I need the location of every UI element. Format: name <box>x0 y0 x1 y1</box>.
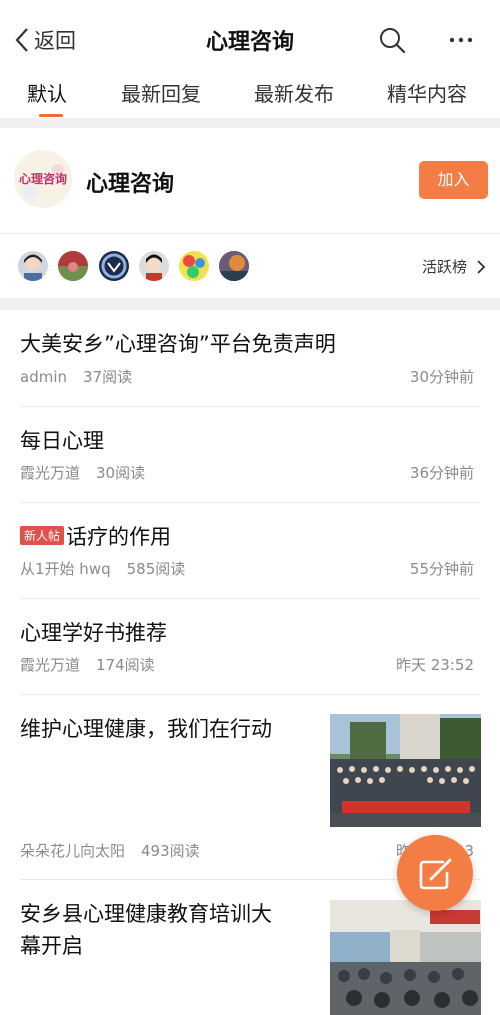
tab-bar: 默认 最新回复 最新发布 精华内容 <box>0 78 500 118</box>
post-item[interactable]: 新人帖 话疗的作用 从1开始 hwq 585阅读 55分钟前 <box>0 503 500 599</box>
avatar[interactable] <box>18 251 48 281</box>
post-author: 从1开始 hwq <box>20 560 111 578</box>
post-title-line1: 安乡县心理健康教育培训大 <box>20 902 272 926</box>
post-time: 36分钟前 <box>409 464 474 482</box>
post-item[interactable]: 心理学好书推荐 霞光万道 174阅读 昨天 23:52 <box>0 599 500 695</box>
group-logo-image: 心理咨询 <box>14 150 72 208</box>
section-divider <box>0 118 500 128</box>
post-item[interactable]: 每日心理 霞光万道 30阅读 36分钟前 <box>0 407 500 503</box>
post-reads: 585阅读 <box>126 560 186 578</box>
post-reads: 37阅读 <box>83 368 133 386</box>
post-meta: 朵朵花儿向太阳 493阅读 <box>20 840 200 861</box>
post-author: 霞光万道 <box>20 656 81 674</box>
svg-text:心理咨询: 心理咨询 <box>19 171 67 186</box>
post-meta: 霞光万道 30阅读 <box>20 462 145 483</box>
post-title: 每日心理 <box>20 429 104 453</box>
tab-latest-post[interactable]: 最新发布 <box>254 78 334 107</box>
top-bar: 返回 心理咨询 <box>0 0 500 78</box>
tab-latest-reply[interactable]: 最新回复 <box>121 78 201 107</box>
active-tab-indicator <box>39 114 63 117</box>
post-meta: 霞光万道 174阅读 <box>20 654 155 675</box>
search-icon <box>380 28 406 54</box>
post-author: 朵朵花儿向太阳 <box>20 842 126 860</box>
post-time: 昨天 23:52 <box>396 656 474 674</box>
avatar[interactable] <box>219 251 249 281</box>
post-title-line2: 幕开启 <box>20 934 83 958</box>
activity-rank-link[interactable]: 活跃榜 <box>422 256 489 277</box>
post-item[interactable]: 大美安乡”心理咨询”平台免责声明 admin 37阅读 30分钟前 <box>0 310 500 406</box>
chevron-right-icon <box>477 259 486 274</box>
search-button[interactable] <box>378 26 408 60</box>
post-thumbnail <box>330 714 481 827</box>
post-meta: admin 37阅读 <box>20 366 132 387</box>
activity-rank-label: 活跃榜 <box>422 258 468 276</box>
post-author: admin <box>20 368 67 386</box>
new-user-badge: 新人帖 <box>20 526 65 545</box>
tab-featured[interactable]: 精华内容 <box>387 78 467 107</box>
group-logo[interactable]: 心理咨询 <box>14 150 72 208</box>
tab-default[interactable]: 默认 <box>27 78 67 107</box>
post-time: 55分钟前 <box>409 560 474 578</box>
avatar[interactable] <box>58 251 88 281</box>
avatar[interactable] <box>179 251 209 281</box>
post-meta: 从1开始 hwq 585阅读 <box>20 558 185 579</box>
post-time: 30分钟前 <box>409 368 474 386</box>
group-header: 心理咨询 心理咨询 加入 <box>0 128 500 233</box>
post-title: 大美安乡”心理咨询”平台免责声明 <box>20 332 336 356</box>
post-title: 话疗的作用 <box>66 525 172 549</box>
post-title: 维护心理健康，我们在行动 <box>20 717 272 741</box>
page-title: 心理咨询 <box>205 30 294 55</box>
avatar[interactable] <box>139 251 169 281</box>
active-users-row: 活跃榜 <box>0 234 500 298</box>
post-title-row: 新人帖 话疗的作用 <box>20 521 171 551</box>
post-reads: 493阅读 <box>141 842 200 860</box>
section-divider <box>0 298 500 310</box>
more-button[interactable] <box>446 26 476 60</box>
post-author: 霞光万道 <box>20 464 81 482</box>
avatar[interactable] <box>99 251 129 281</box>
join-button[interactable]: 加入 <box>419 161 488 199</box>
post-reads: 174阅读 <box>96 656 155 674</box>
post-title: 心理学好书推荐 <box>20 621 167 645</box>
more-dots-icon <box>449 37 473 43</box>
group-name: 心理咨询 <box>86 172 175 197</box>
post-thumbnail <box>330 900 481 1015</box>
compose-button[interactable] <box>397 835 473 911</box>
edit-icon <box>419 858 452 890</box>
post-reads: 30阅读 <box>96 464 146 482</box>
